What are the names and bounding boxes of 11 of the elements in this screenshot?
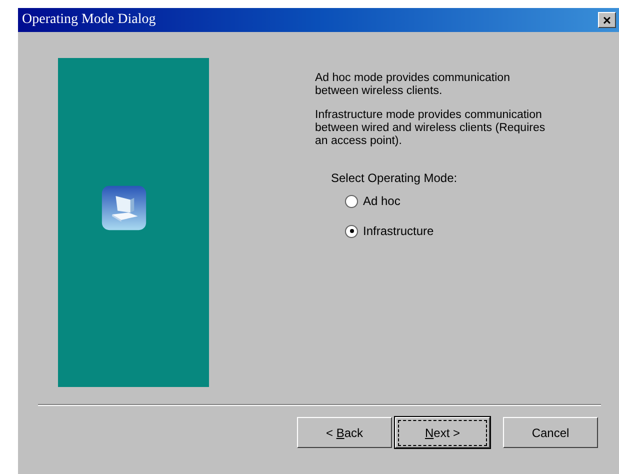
dialog-button[interactable]: Cancel: [503, 417, 598, 448]
dialog-button[interactable]: Next >: [395, 417, 490, 448]
computer-icon: [100, 184, 146, 230]
mode-radio[interactable]: Ad hoc: [345, 194, 550, 208]
description-text: Infrastructure mode provides communication between wired and wireless clients (Requires an access point).: [315, 109, 546, 148]
description-text: Ad hoc mode provides communication between wireless clients.: [315, 72, 511, 98]
mode-radio[interactable]: Infrastructure: [345, 224, 550, 238]
window-title: Operating Mode Dialog: [22, 12, 156, 28]
group-label: Select Operating Mode:: [331, 171, 458, 185]
close-button[interactable]: ×: [598, 12, 616, 28]
dialog-button[interactable]: < Back: [297, 417, 392, 448]
